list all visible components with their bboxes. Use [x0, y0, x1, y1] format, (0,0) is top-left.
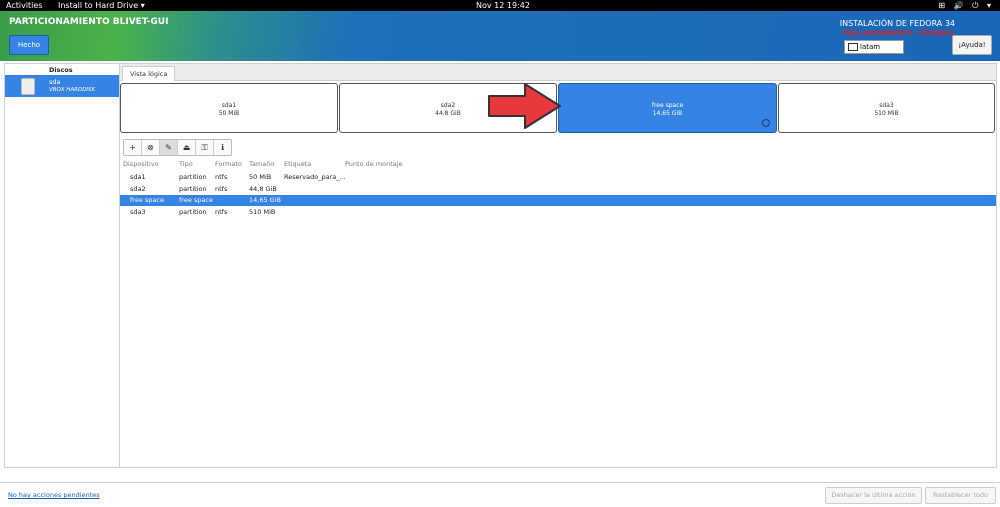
cell-type: free space — [179, 196, 213, 204]
hard-disk-icon — [21, 78, 35, 95]
add-icon: + — [129, 143, 136, 152]
delete-icon: ⊗ — [147, 143, 154, 152]
undo-button[interactable]: Deshacer la última acción — [825, 487, 922, 504]
cell-device: sda1 — [130, 173, 146, 181]
page-title: PARTICIONAMIENTO BLIVET-GUI — [9, 17, 169, 27]
partition-name: free space — [651, 102, 684, 109]
partition-name: sda3 — [879, 102, 894, 109]
installer-header: PARTICIONAMIENTO BLIVET-GUI Hecho INSTAL… — [0, 11, 1000, 61]
edit-icon: ✎ — [165, 143, 172, 152]
cell-device: sda3 — [130, 208, 146, 216]
view-tabs: Vista lógica — [120, 64, 996, 81]
cell-device: sda2 — [130, 185, 146, 193]
table-row-selected[interactable]: free space free space 14,65 GiB — [120, 195, 996, 206]
prerelease-banner: PRE-LANZAMIENTO / PRUEBAS — [842, 29, 954, 37]
table-row[interactable]: sda2 partition ntfs 44,8 GiB — [120, 184, 996, 195]
cell-format: ntfs — [215, 173, 228, 181]
add-partition-button[interactable]: + — [124, 140, 142, 155]
cell-label: Reservado_para_... — [284, 173, 346, 181]
decrypt-button[interactable]: ⚿ — [196, 140, 214, 155]
unmount-icon: ⏏ — [182, 143, 191, 152]
partition-toolbar: + ⊗ ✎ ⏏ ⚿ ℹ — [123, 139, 232, 156]
partition-block-sda3[interactable]: sda3 510 MiB — [778, 83, 995, 133]
cell-size: 14,65 GiB — [249, 196, 281, 204]
cell-size: 44,8 GiB — [249, 185, 277, 193]
status-bar: No hay acciones pendientes Deshacer la ú… — [0, 482, 1000, 507]
done-button[interactable]: Hecho — [9, 35, 49, 55]
disk-sidebar: Discos sda VBOX HARDDISK — [4, 63, 120, 468]
top-bar: Activities Install to Hard Drive ▾ Nov 1… — [0, 0, 1000, 11]
table-row[interactable]: sda3 partition ntfs 510 MiB — [120, 207, 996, 218]
table-row[interactable]: sda1 partition ntfs 50 MiB Reservado_par… — [120, 172, 996, 183]
activities-button[interactable]: Activities — [6, 0, 43, 11]
reset-all-button[interactable]: Restablecer todo — [925, 487, 996, 504]
column-type[interactable]: Tipo — [179, 160, 193, 168]
partition-size: 510 MiB — [874, 110, 899, 117]
clock[interactable]: Nov 12 19:42 — [476, 0, 530, 11]
cell-format: ntfs — [215, 208, 228, 216]
cell-size: 50 MiB — [249, 173, 272, 181]
red-arrow-annotation — [488, 83, 561, 129]
cell-device: free space — [130, 196, 164, 204]
selection-ring-icon — [762, 119, 770, 127]
partition-size: 50 MiB — [218, 110, 240, 117]
disks-heading: Discos — [49, 66, 73, 74]
help-button[interactable]: ¡Ayuda! — [952, 35, 992, 55]
cell-size: 510 MiB — [249, 208, 276, 216]
partition-size: 14,65 GiB — [652, 110, 683, 117]
info-icon: ℹ — [220, 143, 225, 152]
system-tray[interactable]: ⊞ 🔊 ⏻ ▾ — [938, 0, 994, 11]
cell-type: partition — [179, 173, 207, 181]
column-size[interactable]: Tamaño — [249, 160, 274, 168]
table-header: Dispositivo Tipo Formato Tamaño Etiqueta… — [120, 160, 996, 170]
cell-format: ntfs — [215, 185, 228, 193]
edit-partition-button[interactable]: ✎ — [160, 140, 178, 155]
partition-name: sda1 — [221, 102, 237, 109]
unmount-button[interactable]: ⏏ — [178, 140, 196, 155]
key-icon: ⚿ — [201, 143, 208, 152]
column-format[interactable]: Formato — [215, 160, 242, 168]
column-label[interactable]: Etiqueta — [284, 160, 311, 168]
cell-type: partition — [179, 208, 207, 216]
disk-item-sda[interactable]: sda VBOX HARDDISK — [5, 75, 119, 97]
delete-partition-button[interactable]: ⊗ — [142, 140, 160, 155]
install-title: INSTALACIÓN DE FEDORA 34 — [839, 19, 955, 28]
column-device[interactable]: Dispositivo — [123, 160, 159, 168]
tab-logical-view[interactable]: Vista lógica — [122, 66, 176, 81]
app-menu[interactable]: Install to Hard Drive ▾ — [58, 0, 145, 11]
keyboard-icon — [848, 43, 858, 51]
disk-name: sda — [49, 78, 61, 86]
disk-model: VBOX HARDDISK — [49, 87, 96, 93]
pending-actions-link[interactable]: No hay acciones pendientes — [8, 491, 100, 499]
partition-block-free-space[interactable]: free space 14,65 GiB — [558, 83, 777, 133]
keyboard-layout-label: latam — [860, 43, 881, 51]
column-mountpoint[interactable]: Punto de montaje — [345, 160, 403, 168]
partition-block-sda1[interactable]: sda1 50 MiB — [120, 83, 338, 133]
keyboard-layout-indicator[interactable]: latam — [844, 40, 904, 54]
info-button[interactable]: ℹ — [214, 140, 231, 155]
cell-type: partition — [179, 185, 207, 193]
